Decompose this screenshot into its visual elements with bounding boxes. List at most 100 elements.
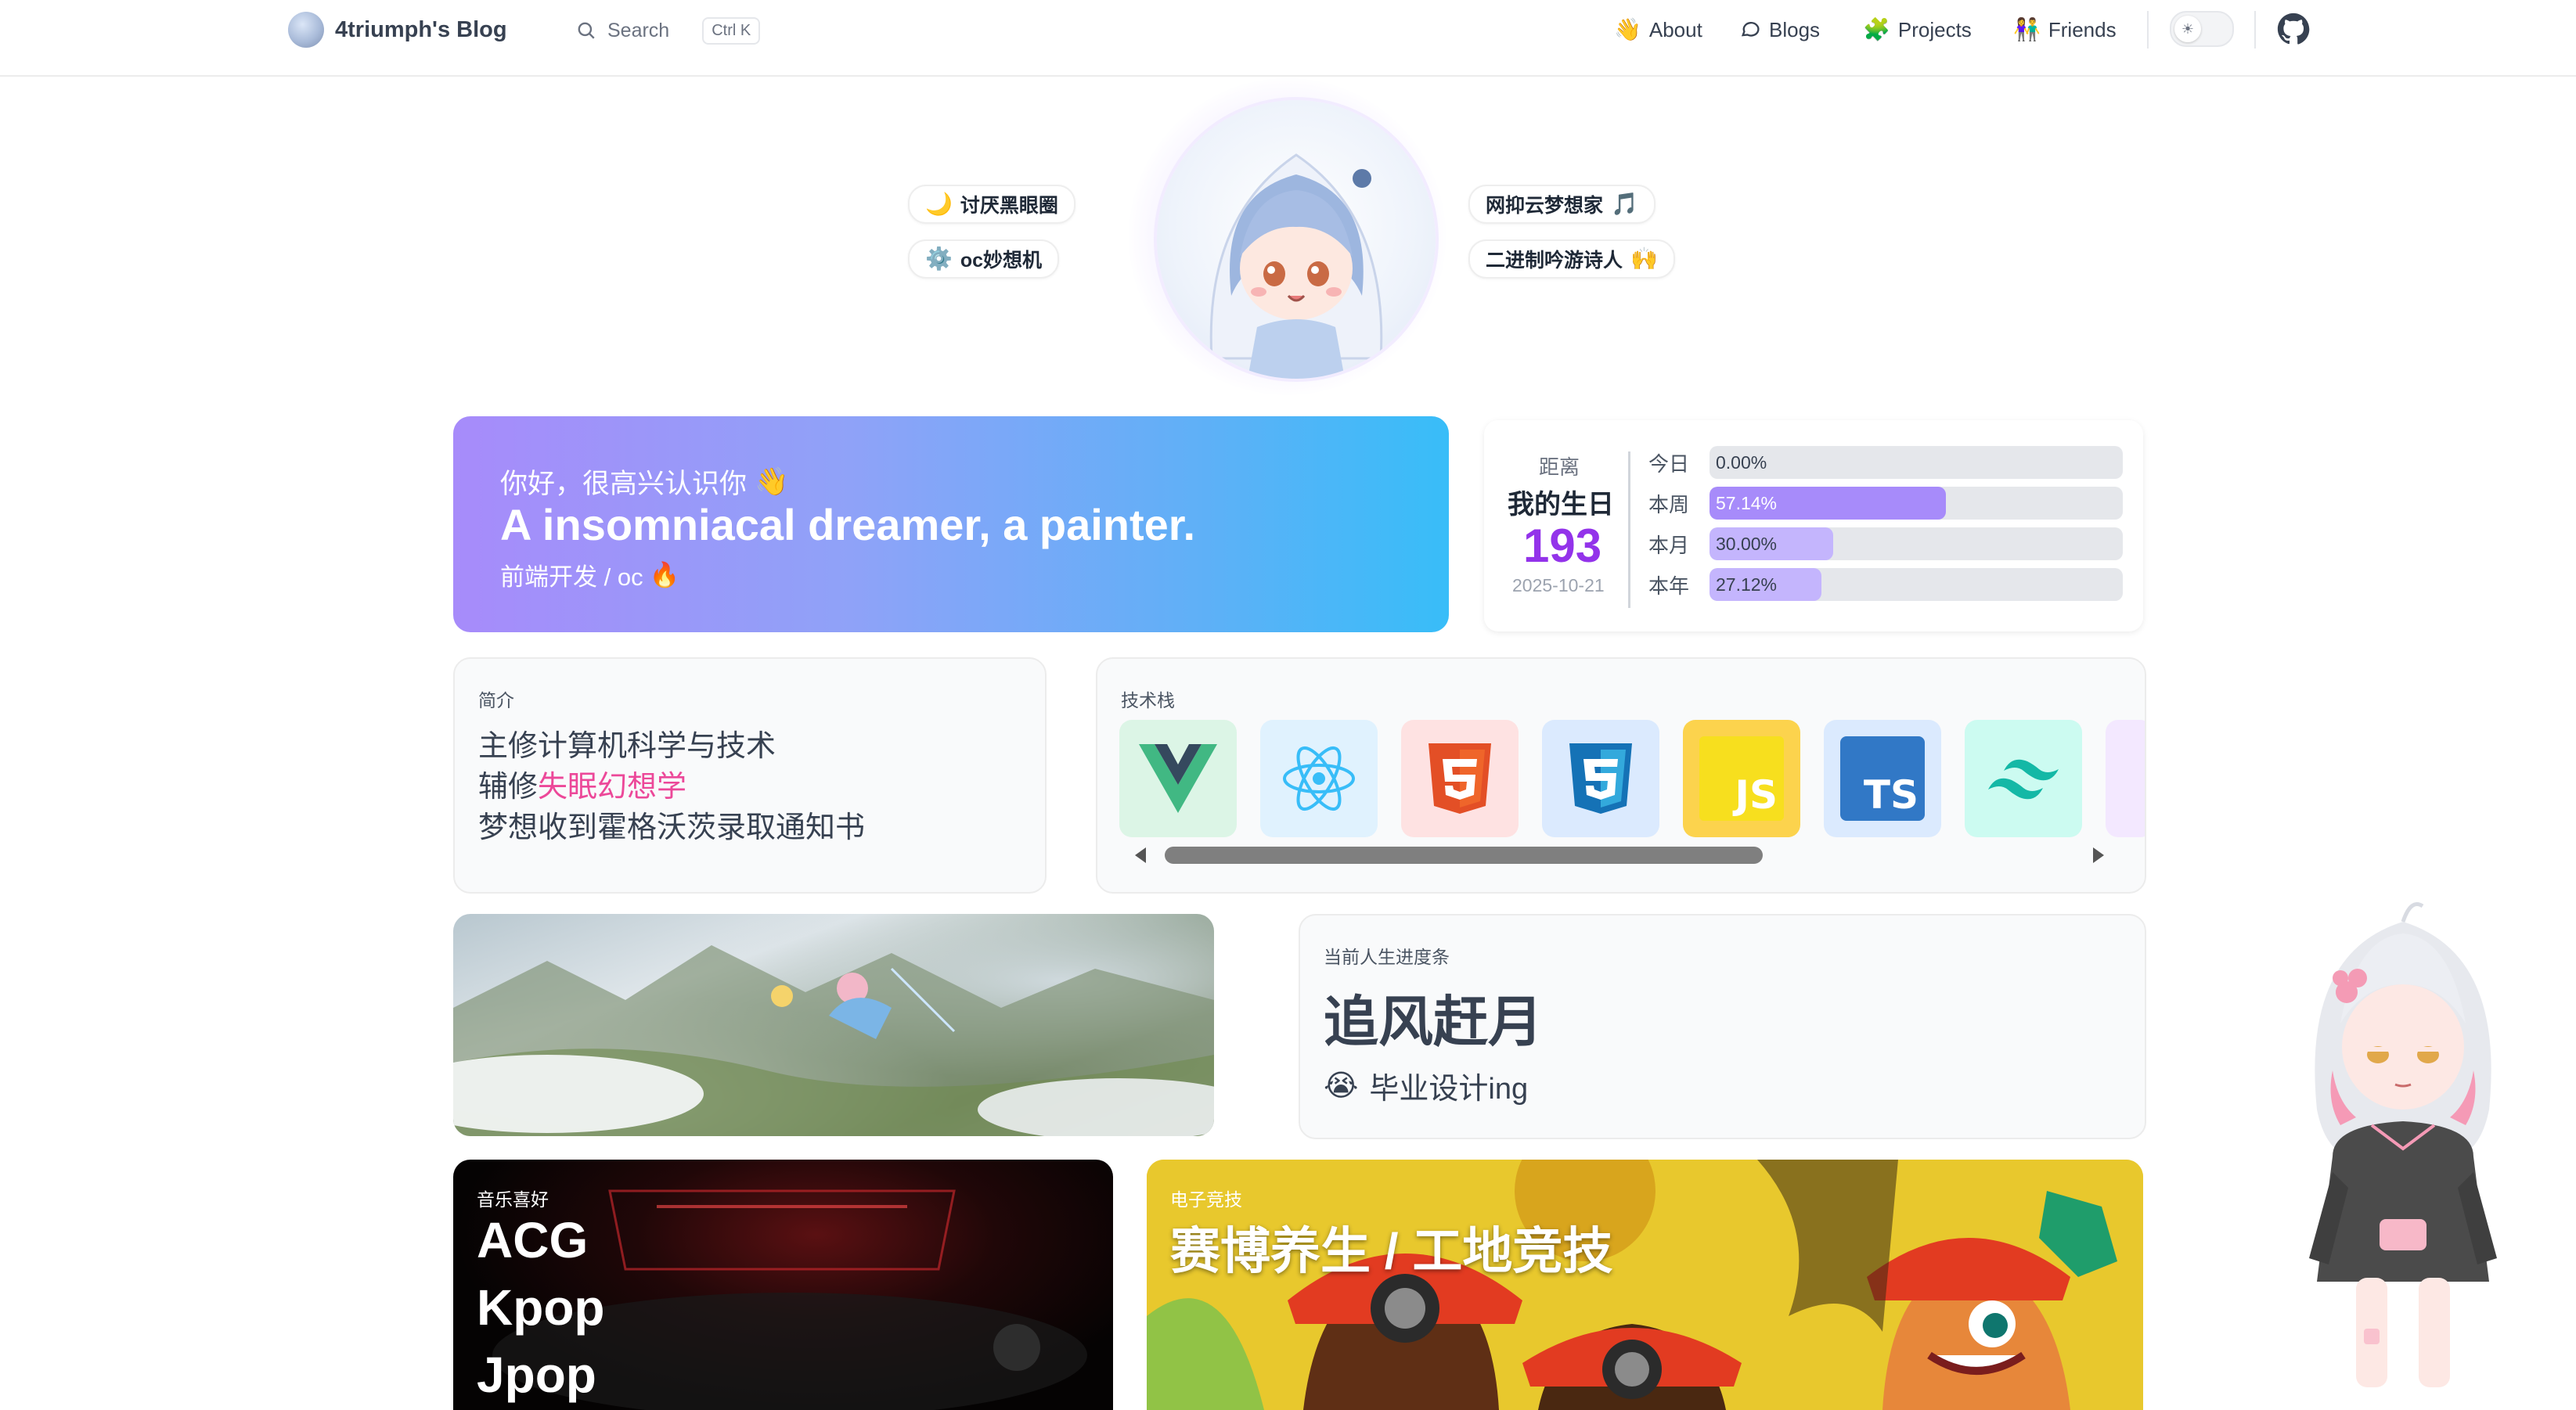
site-title: 4triumph's Blog xyxy=(335,16,507,42)
role-text: 前端开发 / oc xyxy=(500,563,643,591)
vue-icon[interactable] xyxy=(1119,720,1237,837)
sun-icon: ☀ xyxy=(2174,16,2201,42)
tag-label: 讨厌黑眼圈 xyxy=(960,195,1058,217)
top-navbar: 4triumph's Blog Search Ctrl K 👋 About Bl… xyxy=(0,0,2576,77)
intro-line-minor: 辅修失眠幻想学 xyxy=(478,762,686,805)
css3-icon[interactable] xyxy=(1542,720,1659,837)
nav-about-label: About xyxy=(1648,17,1702,41)
nav-blogs[interactable]: Blogs xyxy=(1739,13,1820,47)
nav-projects[interactable]: 🧩 Projects xyxy=(1863,13,1972,47)
progress-status: 😭 毕业设计ing xyxy=(1324,1064,1528,1107)
countdown-date: 2025-10-21 xyxy=(1512,575,1605,595)
progress-row-year: 本年 27.12% xyxy=(1648,567,2123,602)
progress-value: 30.00% xyxy=(1716,534,1778,554)
progress-title: 当前人生进度条 xyxy=(1324,947,1450,967)
nav-divider xyxy=(2254,11,2256,49)
react-icon[interactable] xyxy=(1260,720,1378,837)
intro-title: 简介 xyxy=(478,690,514,710)
music-genre-acg: ACG xyxy=(477,1212,589,1268)
brand-avatar xyxy=(288,12,324,48)
splatoon-artwork xyxy=(1147,1160,2143,1410)
typescript-icon[interactable]: TS xyxy=(1824,720,1941,837)
esports-headline: 赛博养生 / 工地竞技 xyxy=(1170,1223,1613,1279)
crying-face-icon: 😭 xyxy=(1324,1070,1359,1102)
github-icon[interactable] xyxy=(2275,11,2311,47)
birthday-countdown-card: 距离 我的生日 193 2025-10-21 今日 0.00% 本周 57.14… xyxy=(1484,420,2143,631)
ts-glyph: TS xyxy=(1863,772,1918,818)
countdown-days: 193 xyxy=(1523,520,1602,572)
intro-line-major: 主修计算机科学与技术 xyxy=(478,730,776,763)
theme-toggle[interactable]: ☀ xyxy=(2170,11,2234,47)
life-progress-card: 当前人生进度条 追风赶月 😭 毕业设计ing xyxy=(1299,914,2146,1139)
esports-title: 电子竞技 xyxy=(1170,1189,1242,1210)
countdown-title: 我的生日 xyxy=(1508,490,1614,520)
landscape-illustration xyxy=(453,914,1214,1136)
tag-label: 网抑云梦想家 xyxy=(1486,195,1604,217)
moon-icon: 🌙 xyxy=(925,192,953,216)
music-title: 音乐喜好 xyxy=(477,1189,549,1210)
row-label: 本月 xyxy=(1648,533,1690,557)
music-genre-kpop: Kpop xyxy=(477,1279,605,1336)
music-card: 音乐喜好 ACG Kpop Jpop xyxy=(453,1160,1113,1410)
tech-title: 技术栈 xyxy=(1121,690,1175,710)
tag-music-dreamer: 网抑云梦想家 🎵 xyxy=(1468,185,1655,224)
row-label: 本年 xyxy=(1648,574,1690,598)
nav-friends[interactable]: 👫 Friends xyxy=(2013,13,2117,47)
nav-blogs-label: Blogs xyxy=(1769,17,1821,41)
row-label: 本周 xyxy=(1648,492,1690,516)
waving-hand-icon: 👋 xyxy=(1614,17,1641,41)
nav-projects-label: Projects xyxy=(1897,17,1972,41)
profile-avatar xyxy=(1157,100,1436,379)
tag-label: 二进制吟游诗人 xyxy=(1486,250,1623,272)
intro-line-dream: 梦想收到霍格沃茨录取通知书 xyxy=(478,811,866,844)
progress-status-text: 毕业设计ing xyxy=(1369,1073,1529,1106)
progress-value: 0.00% xyxy=(1716,452,1767,473)
html5-icon[interactable] xyxy=(1401,720,1519,837)
greeting-line: 你好，很高兴认识你 👋 xyxy=(500,462,789,502)
music-note-icon: 🎵 xyxy=(1611,192,1638,216)
progress-row-today: 今日 0.00% xyxy=(1648,445,2123,480)
raised-hands-icon: 🙌 xyxy=(1630,246,1658,271)
gear-icon: ⚙️ xyxy=(925,246,953,271)
intro-card: 简介 主修计算机科学与技术 辅修失眠幻想学 梦想收到霍格沃茨录取通知书 xyxy=(453,657,1047,894)
progress-row-week: 本周 57.14% xyxy=(1648,486,2123,520)
countdown-divider xyxy=(1628,451,1630,608)
progress-track: 57.14% xyxy=(1710,487,2123,520)
progress-value: 57.14% xyxy=(1716,493,1778,513)
greeting-card: 你好，很高兴认识你 👋 A insomniacal dreamer, a pai… xyxy=(453,416,1449,632)
tag-binary-bard: 二进制吟游诗人 🙌 xyxy=(1468,239,1675,279)
row-label: 今日 xyxy=(1648,451,1690,476)
avatar-illustration xyxy=(1209,153,1383,379)
intro-minor-prefix: 辅修 xyxy=(478,771,539,804)
puzzle-icon: 🧩 xyxy=(1863,17,1890,41)
search-label: Search xyxy=(607,19,670,41)
progress-track: 27.12% xyxy=(1710,568,2123,601)
flying-characters-scene xyxy=(453,945,1214,1136)
site-brand[interactable]: 4triumph's Blog xyxy=(288,8,507,52)
nav-divider xyxy=(2147,11,2149,49)
more-tech-icon[interactable] xyxy=(2106,720,2145,837)
nav-about[interactable]: 👋 About xyxy=(1614,13,1702,47)
horizontal-scrollbar-thumb[interactable] xyxy=(1165,847,1763,864)
progress-value: 27.12% xyxy=(1716,574,1778,595)
tag-oc-idea-machine: ⚙️ oc妙想机 xyxy=(908,239,1060,279)
tech-stack-card: 技术栈 JS TS xyxy=(1096,657,2146,894)
javascript-icon[interactable]: JS xyxy=(1683,720,1800,837)
waving-hand-icon: 👋 xyxy=(755,466,789,497)
search-icon xyxy=(578,22,595,39)
headline: A insomniacal dreamer, a painter. xyxy=(500,500,1196,549)
music-genre-jpop: Jpop xyxy=(477,1347,596,1403)
countdown-prefix: 距离 xyxy=(1539,455,1580,479)
tag-hate-dark-circles: 🌙 讨厌黑眼圈 xyxy=(908,185,1075,224)
search-button[interactable]: Search Ctrl K xyxy=(576,14,761,47)
role-line: 前端开发 / oc 🔥 xyxy=(500,557,679,592)
tailwind-icon[interactable] xyxy=(1965,720,2082,837)
scroll-right-icon[interactable] xyxy=(2090,847,2106,864)
js-glyph: JS xyxy=(1735,772,1778,818)
greeting-text: 你好，很高兴认识你 xyxy=(500,469,748,499)
mascot-character[interactable] xyxy=(2286,890,2520,1402)
esports-card: 电子竞技 赛博养生 / 工地竞技 xyxy=(1147,1160,2143,1410)
fire-icon: 🔥 xyxy=(649,561,680,588)
nav-friends-label: Friends xyxy=(2048,17,2117,41)
scroll-left-icon[interactable] xyxy=(1133,847,1149,864)
